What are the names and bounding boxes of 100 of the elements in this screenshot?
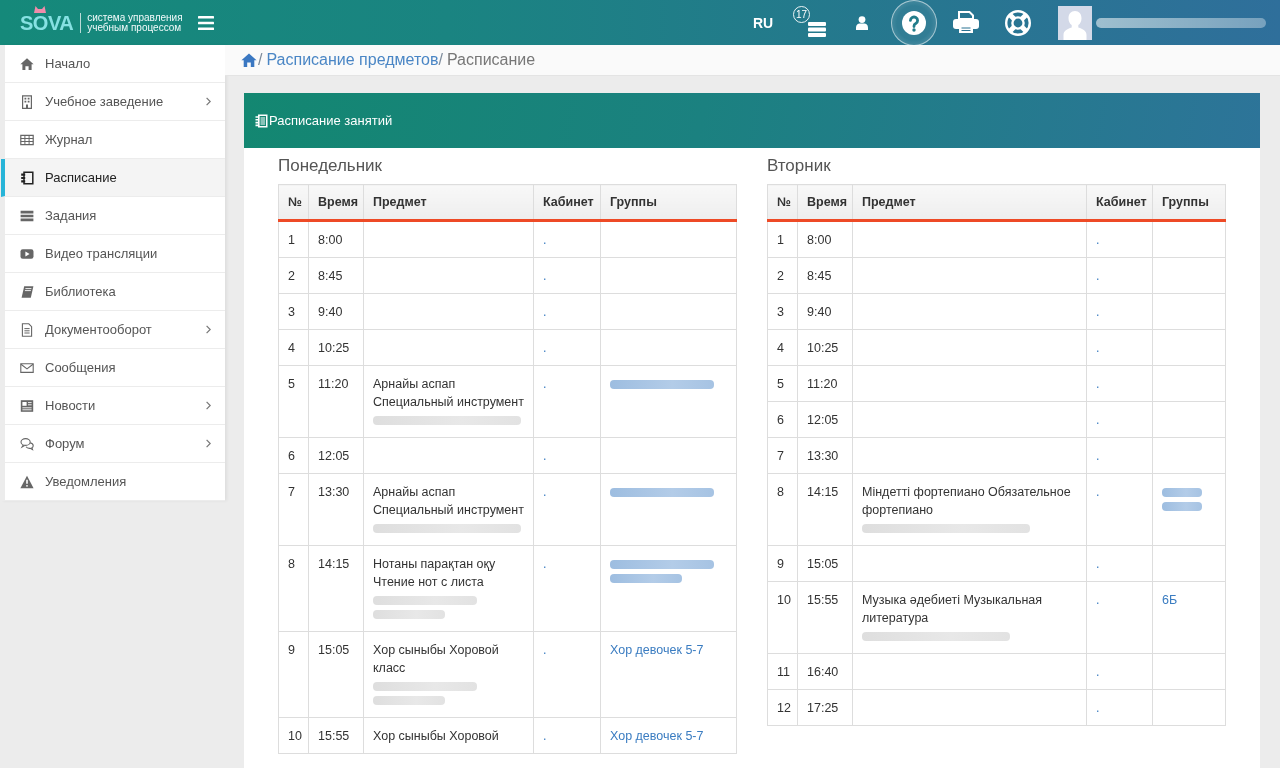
notebook-icon <box>255 113 268 128</box>
table-cell: 10 <box>278 717 309 754</box>
table-cell: 13:30 <box>797 437 853 474</box>
group-link[interactable]: 6Б <box>1162 591 1178 609</box>
table-cell: 10:25 <box>308 329 364 366</box>
table-cell: 3 <box>767 293 798 330</box>
breadcrumb-separator: / <box>258 51 263 69</box>
room-link[interactable]: . <box>1096 483 1100 501</box>
day-heading: Понедельник <box>278 155 384 177</box>
room-link[interactable]: . <box>1096 447 1100 465</box>
room-link[interactable]: . <box>543 375 547 393</box>
room-link[interactable]: . <box>543 303 547 321</box>
room-link[interactable]: . <box>1096 303 1100 321</box>
menu-icon[interactable] <box>198 15 214 30</box>
room-link[interactable]: . <box>1096 267 1100 285</box>
room-link[interactable]: . <box>1096 699 1100 717</box>
table-cell: 8 <box>278 545 309 632</box>
highlighted-button[interactable] <box>891 0 937 46</box>
group-link[interactable]: Хор девочек 5-7 <box>610 641 704 659</box>
table-cell: 9 <box>767 545 798 582</box>
table-cell: 17:25 <box>797 689 853 726</box>
table-cell: 8:00 <box>797 220 853 258</box>
column-header: Группы <box>600 184 737 221</box>
table-cell: 1 <box>278 220 309 258</box>
room-link[interactable]: . <box>543 231 547 249</box>
table-cell: 12:05 <box>308 437 364 474</box>
table-cell: 15:55 <box>308 717 364 754</box>
room-link[interactable]: . <box>1096 339 1100 357</box>
table-cell: 8:45 <box>797 257 853 294</box>
room-link[interactable]: . <box>543 555 547 573</box>
room-link[interactable]: . <box>543 267 547 285</box>
breadcrumb-current: Расписание <box>446 51 536 69</box>
table-cell: 6 <box>767 401 798 438</box>
table-cell: 13:30 <box>308 473 364 546</box>
room-link[interactable]: . <box>1096 375 1100 393</box>
lifebuoy-icon[interactable] <box>1005 9 1031 36</box>
help-icon[interactable] <box>902 10 926 35</box>
logo-wordmark: SOVA <box>20 11 74 34</box>
table-cell: 11:20 <box>797 365 853 402</box>
notebook-icon <box>20 170 34 185</box>
chat-bubbles-icon <box>20 436 34 451</box>
breadcrumb-link[interactable]: Расписание предметов <box>266 51 439 69</box>
table-cell: 15:55 <box>797 581 853 654</box>
column-header: № <box>278 184 309 221</box>
group-link[interactable]: Хор девочек 5-7 <box>610 727 704 745</box>
subject-text: Нотаны парақтан оқу Чтение нот с листа <box>373 556 497 591</box>
table-cell: 16:40 <box>797 653 853 690</box>
column-header: Время <box>308 184 364 221</box>
list-icon <box>20 208 34 223</box>
table-cell: 1 <box>767 220 798 258</box>
table-cell: 2 <box>767 257 798 294</box>
subject-text: Арнайы аспап Специальный инструмент <box>373 484 525 519</box>
room-link[interactable]: . <box>543 447 547 465</box>
room-link[interactable]: . <box>543 641 547 659</box>
breadcrumb-separator: / <box>438 51 443 69</box>
table-cell: 15:05 <box>797 545 853 582</box>
room-link[interactable]: . <box>543 727 547 745</box>
room-link[interactable]: . <box>543 339 547 357</box>
envelope-icon <box>20 360 34 375</box>
room-link[interactable]: . <box>1096 231 1100 249</box>
table-cell: 14:15 <box>797 473 853 546</box>
column-header: Кабинет <box>533 184 601 221</box>
room-link[interactable]: . <box>543 483 547 501</box>
table-cell: 9:40 <box>308 293 364 330</box>
column-header: Кабинет <box>1086 184 1153 221</box>
subject-text: Музыка әдебиеті Музыкальная литература <box>862 592 1044 627</box>
table-cell: 14:15 <box>308 545 364 632</box>
table-cell: 3 <box>278 293 309 330</box>
room-link[interactable]: . <box>1096 663 1100 681</box>
table-cell: 4 <box>278 329 309 366</box>
room-link[interactable]: . <box>1096 411 1100 429</box>
list-icon[interactable] <box>808 22 826 37</box>
table-cell: 8 <box>767 473 798 546</box>
column-header: Время <box>797 184 853 221</box>
subject-text: Арнайы аспап Специальный инструмент <box>373 376 525 411</box>
home-icon[interactable] <box>241 53 257 67</box>
table-cell: 6 <box>278 437 309 474</box>
blurred-text <box>373 696 445 705</box>
column-header: Предмет <box>363 184 534 221</box>
language-button[interactable]: RU <box>743 14 783 31</box>
column-header: Предмет <box>852 184 1087 221</box>
table-cell: 5 <box>767 365 798 402</box>
printer-icon[interactable] <box>953 11 979 34</box>
user-icon[interactable] <box>856 15 868 30</box>
column-header: Группы <box>1152 184 1226 221</box>
newspaper-icon <box>20 398 34 413</box>
table-cell: 7 <box>278 473 309 546</box>
table-cell: 8:45 <box>308 257 364 294</box>
table-cell: 8:00 <box>308 220 364 258</box>
table-cell: 2 <box>278 257 309 294</box>
sidebar-item[interactable]: Расписание <box>1 159 225 197</box>
building-icon <box>20 94 34 109</box>
card-title: Расписание занятий <box>269 113 393 128</box>
avatar-icon[interactable] <box>1058 5 1092 40</box>
grid-icon <box>20 132 34 147</box>
warning-icon <box>20 474 34 489</box>
room-link[interactable]: . <box>1096 591 1100 609</box>
room-link[interactable]: . <box>1096 555 1100 573</box>
table-cell: 11 <box>767 653 798 690</box>
subject-text: Хор сыныбы Хоровой <box>373 728 500 745</box>
